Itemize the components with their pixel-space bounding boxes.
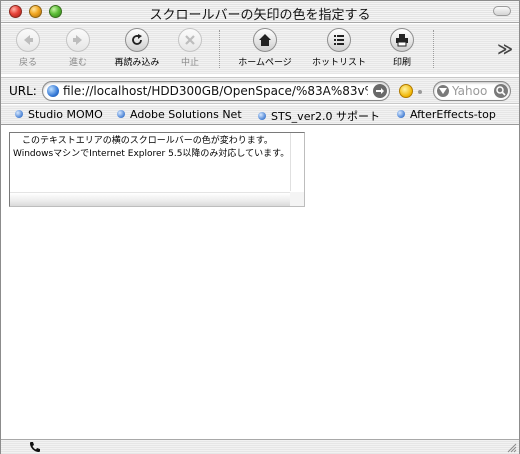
bookmark-label: Adobe Solutions Net xyxy=(130,108,242,121)
search-placeholder: Yahoo xyxy=(452,84,488,98)
forward-arrow-icon xyxy=(66,28,90,52)
stop-button[interactable]: 中止 xyxy=(175,28,205,68)
page-content: このテキストエリアの横のスクロールバーの色が変わります。WindowsマシンでI… xyxy=(1,126,519,439)
bookmark-label: STS_ver2.0 サポート xyxy=(271,110,380,123)
link-dot-icon xyxy=(15,110,23,118)
reload-label: 再読み込み xyxy=(114,58,160,68)
browser-window: スクロールバーの矢印の色を指定する 戻る 進む 再読み込み 中止 ホームページ … xyxy=(0,0,520,454)
bookmark-aftereffects[interactable]: AfterEffects-top xyxy=(397,108,496,121)
status-dot-icon xyxy=(418,90,422,94)
bookmark-label: AfterEffects-top xyxy=(410,108,496,121)
url-label: URL: xyxy=(9,84,37,98)
phone-icon xyxy=(29,441,41,454)
forward-label: 進む xyxy=(68,58,87,68)
link-dot-icon xyxy=(258,112,266,120)
bookmark-label: Studio MOMO xyxy=(28,108,103,121)
search-input[interactable]: Yahoo xyxy=(433,81,511,101)
status-bar xyxy=(1,439,519,454)
smiley-icon[interactable] xyxy=(399,84,413,98)
search-icon[interactable] xyxy=(494,84,508,98)
bookmarks-bar: Studio MOMO Adobe Solutions Net STS_ver2… xyxy=(1,105,519,125)
search-dropdown-icon[interactable] xyxy=(437,85,449,97)
home-button[interactable]: ホームページ xyxy=(233,28,297,68)
go-arrow-icon[interactable] xyxy=(373,84,387,98)
hotlist-button[interactable]: ホットリスト xyxy=(307,28,371,68)
toolbar-separator xyxy=(219,30,220,68)
bookmark-sts-support[interactable]: STS_ver2.0 サポート xyxy=(258,108,380,124)
hotlist-label: ホットリスト xyxy=(311,58,366,68)
window-title: スクロールバーの矢印の色を指定する xyxy=(149,8,371,23)
back-arrow-icon xyxy=(16,28,40,52)
url-input[interactable]: file://localhost/HDD300GB/OpenSpace/%83A… xyxy=(42,81,390,101)
link-dot-icon xyxy=(397,110,405,118)
print-button[interactable]: 印刷 xyxy=(385,28,419,68)
bookmark-adobe-solutions[interactable]: Adobe Solutions Net xyxy=(117,108,242,121)
printer-icon xyxy=(390,28,414,52)
stop-label: 中止 xyxy=(180,58,199,68)
forward-button[interactable]: 進む xyxy=(63,28,93,68)
vertical-scrollbar[interactable] xyxy=(290,133,304,191)
resize-grip-icon[interactable] xyxy=(506,442,517,453)
address-bar: URL: file://localhost/HDD300GB/OpenSpace… xyxy=(1,77,519,104)
toolbar-toggle-button[interactable] xyxy=(493,6,511,16)
print-label: 印刷 xyxy=(392,58,411,68)
toolbar-overflow-icon[interactable]: ≫ xyxy=(497,40,513,58)
list-icon xyxy=(327,28,351,52)
reload-button[interactable]: 再読み込み xyxy=(107,28,167,68)
url-text[interactable]: file://localhost/HDD300GB/OpenSpace/%83A… xyxy=(63,84,368,98)
toolbar-separator xyxy=(433,30,434,68)
title-bar[interactable]: スクロールバーの矢印の色を指定する xyxy=(1,1,519,23)
link-dot-icon xyxy=(117,110,125,118)
globe-icon xyxy=(47,85,59,97)
home-icon xyxy=(253,28,277,52)
back-button[interactable]: 戻る xyxy=(13,28,43,68)
toolbar: 戻る 進む 再読み込み 中止 ホームページ ホットリスト 印刷 ≫ xyxy=(1,24,519,74)
scrollbar-corner xyxy=(290,192,304,206)
stop-x-icon xyxy=(178,28,202,52)
demo-textarea[interactable]: このテキストエリアの横のスクロールバーの色が変わります。WindowsマシンでI… xyxy=(9,132,305,207)
horizontal-scrollbar[interactable] xyxy=(10,192,290,206)
textarea-content[interactable]: このテキストエリアの横のスクロールバーの色が変わります。WindowsマシンでI… xyxy=(13,135,291,187)
back-label: 戻る xyxy=(18,58,37,68)
reload-icon xyxy=(125,28,149,52)
bookmark-studio-momo[interactable]: Studio MOMO xyxy=(15,108,103,121)
home-label: ホームページ xyxy=(238,58,292,68)
